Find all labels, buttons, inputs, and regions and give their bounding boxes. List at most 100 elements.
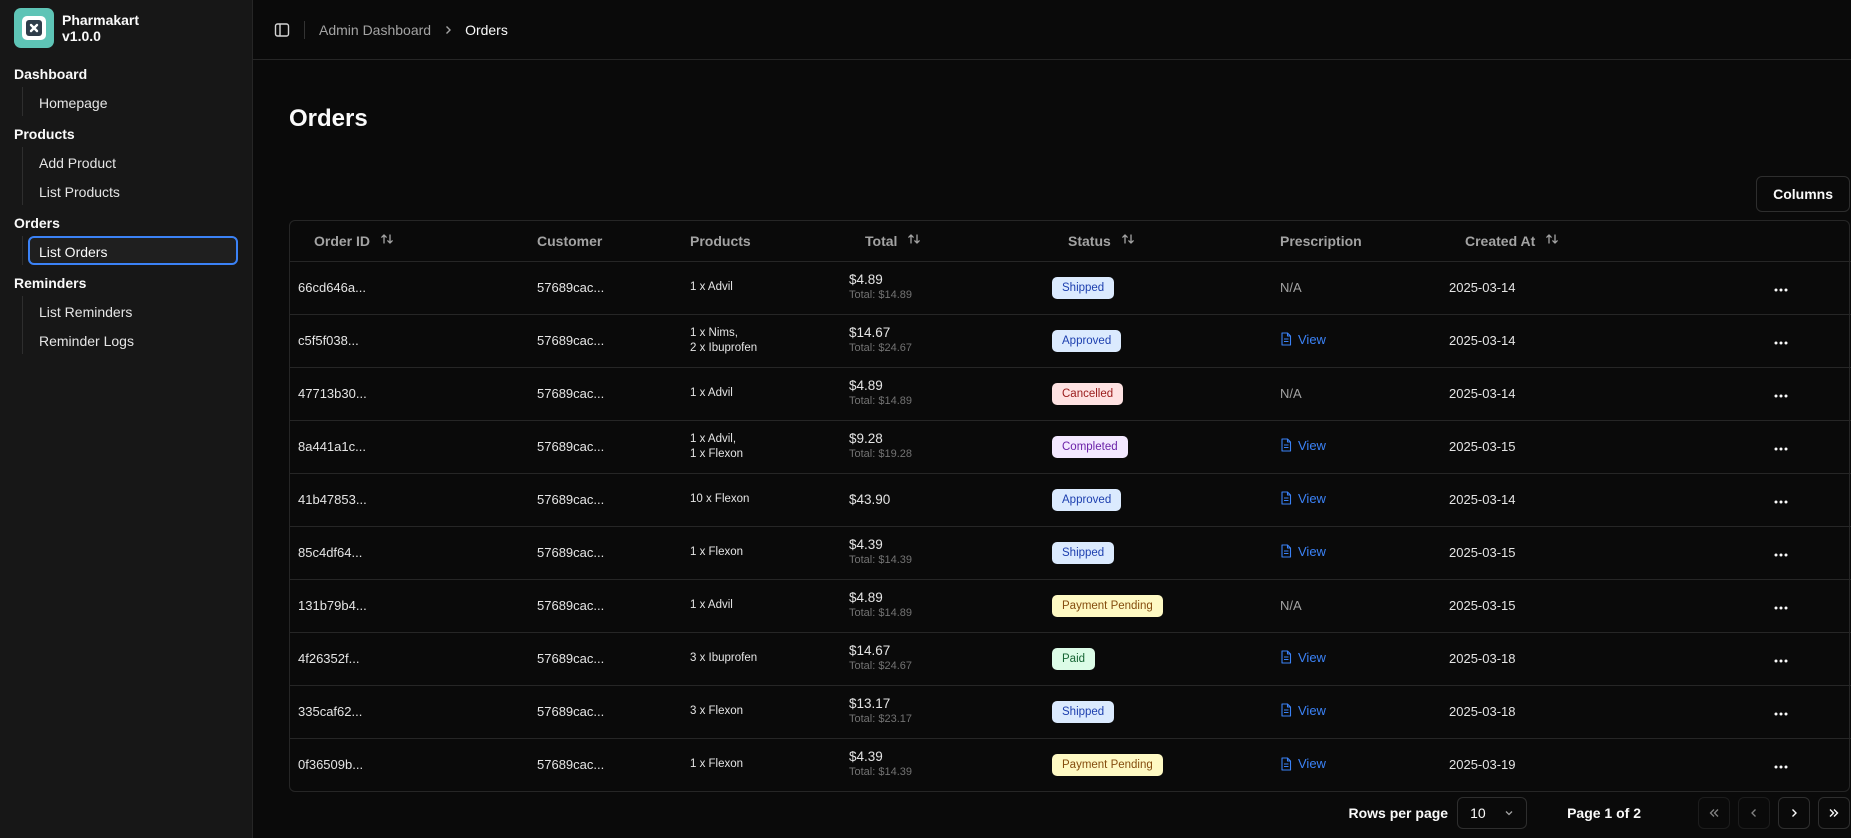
view-prescription-link[interactable]: View — [1280, 703, 1326, 718]
sidebar-item-add-product[interactable]: Add Product — [28, 147, 238, 176]
status-cell: Payment Pending — [1044, 738, 1272, 791]
product-line: 3 x Ibuprofen — [690, 652, 758, 664]
sidebar-submenu: Homepage — [22, 87, 238, 116]
view-prescription-link[interactable]: View — [1280, 491, 1326, 506]
sidebar-group-products: Products — [14, 126, 75, 142]
more-horizontal-icon[interactable] — [1769, 712, 1793, 716]
prescription-cell: N/A — [1272, 261, 1441, 315]
file-text-icon — [1281, 544, 1292, 558]
view-prescription-link[interactable]: View — [1280, 438, 1326, 453]
view-prescription-link[interactable]: View — [1280, 756, 1326, 771]
column-header-order-id[interactable]: Order ID — [290, 221, 529, 262]
more-horizontal-icon[interactable] — [1769, 394, 1793, 398]
order-id-cell: 47713b30... — [290, 367, 529, 421]
order-total: $14.67 — [849, 325, 891, 340]
column-header-created-at[interactable]: Created At — [1441, 221, 1720, 262]
view-label: View — [1298, 702, 1326, 718]
sidebar-group-orders: Orders — [14, 215, 60, 231]
sidebar-item-homepage[interactable]: Homepage — [28, 87, 238, 116]
prescription-cell: N/A — [1272, 579, 1441, 633]
product-line: 3 x Flexon — [690, 705, 744, 717]
column-header-status[interactable]: Status — [1044, 221, 1272, 262]
products-cell: 3 x Ibuprofen — [682, 632, 841, 686]
panel-left-icon — [274, 22, 290, 37]
view-prescription-link[interactable]: View — [1280, 332, 1326, 347]
product-line: 1 x Advil — [690, 281, 733, 293]
file-text-icon — [1281, 438, 1292, 452]
created-at-cell: 2025-03-18 — [1441, 685, 1720, 739]
status-badge: Payment Pending — [1052, 594, 1163, 617]
table-row: 41b47853... 57689cac... 10 x Flexon $43.90 A… — [290, 473, 1851, 527]
sidebar-item-list-reminders[interactable]: List Reminders — [28, 296, 238, 325]
status-badge: Approved — [1052, 329, 1122, 352]
created-at-cell: 2025-03-14 — [1441, 473, 1720, 527]
table-row: 0f36509b... 57689cac... 1 x Flexon $4.39 Tot… — [290, 738, 1851, 791]
view-prescription-link[interactable]: View — [1280, 544, 1326, 559]
customer-cell: 57689cac... — [529, 632, 682, 686]
brand[interactable]: Pharmakart v1.0.0 — [0, 0, 252, 56]
next-page-button[interactable] — [1778, 797, 1810, 829]
chevron-right-icon — [1792, 809, 1797, 817]
order-id-cell: 85c4df64... — [290, 526, 529, 580]
table-row: 66cd646a... 57689cac... 1 x Advil $4.89 Tota… — [290, 261, 1851, 315]
order-total: $4.89 — [849, 378, 883, 393]
more-horizontal-icon[interactable] — [1769, 553, 1793, 557]
sidebar-item-reminder-logs[interactable]: Reminder Logs — [28, 325, 238, 354]
order-total: $4.89 — [849, 590, 883, 605]
view-label: View — [1298, 490, 1326, 506]
total-cell: $14.67 Total: $24.67 — [841, 314, 1044, 368]
status-cell: Completed — [1044, 420, 1272, 474]
status-cell: Cancelled — [1044, 367, 1272, 421]
divider — [304, 20, 305, 39]
sidebar-item-list-orders[interactable]: List Orders — [28, 236, 238, 265]
order-id-header-label: Order ID — [314, 232, 371, 249]
more-horizontal-icon[interactable] — [1769, 341, 1793, 345]
status-badge: Shipped — [1052, 700, 1115, 723]
last-page-button[interactable] — [1818, 797, 1850, 829]
file-text-icon — [1281, 756, 1292, 771]
first-page-button[interactable] — [1698, 797, 1730, 829]
more-horizontal-icon[interactable] — [1769, 447, 1793, 451]
status-cell: Payment Pending — [1044, 579, 1272, 633]
customer-cell: 57689cac... — [529, 314, 682, 368]
more-horizontal-icon[interactable] — [1769, 288, 1793, 292]
table-row: 8a441a1c... 57689cac... 1 x Advil, 1 x Flex… — [290, 420, 1851, 474]
more-horizontal-icon[interactable] — [1769, 500, 1793, 504]
more-horizontal-icon[interactable] — [1769, 765, 1793, 769]
customer-cell: 57689cac... — [529, 473, 682, 527]
view-label: View — [1298, 543, 1326, 559]
actions-cell — [1720, 579, 1851, 633]
page-info: Page 1 of 2 — [1567, 805, 1641, 821]
view-prescription-link[interactable]: View — [1280, 650, 1326, 665]
status-cell: Approved — [1044, 314, 1272, 368]
actions-cell — [1720, 473, 1851, 527]
breadcrumb-parent[interactable]: Admin Dashboard — [319, 22, 431, 38]
column-header-total[interactable]: Total — [841, 221, 1044, 262]
sidebar-item-list-products[interactable]: List Products — [28, 176, 238, 205]
order-grand-total: Total: $14.89 — [849, 289, 912, 301]
order-grand-total: Total: $23.17 — [849, 713, 912, 725]
more-horizontal-icon[interactable] — [1769, 606, 1793, 610]
created-at-cell: 2025-03-15 — [1441, 526, 1720, 580]
sidebar: Pharmakart v1.0.0 Dashboard Homepage Produ… — [0, 0, 253, 838]
chevron-down-icon — [1505, 811, 1513, 816]
chevron-left-icon — [1751, 809, 1756, 817]
sidebar-submenu: Add Product List Products — [22, 147, 238, 205]
view-label: View — [1298, 331, 1326, 347]
created-at-cell: 2025-03-14 — [1441, 367, 1720, 421]
more-horizontal-icon[interactable] — [1769, 659, 1793, 663]
order-total: $43.90 — [849, 491, 891, 507]
total-cell: $4.39 Total: $14.39 — [841, 526, 1044, 580]
products-cell: 1 x Advil — [682, 261, 841, 315]
rows-per-page-select[interactable]: 10 — [1457, 797, 1528, 829]
prescription-cell: View — [1272, 685, 1441, 739]
order-grand-total: Total: $24.67 — [849, 342, 912, 354]
actions-cell — [1720, 738, 1851, 791]
order-grand-total: Total: $24.67 — [849, 660, 912, 672]
sidebar-toggle-button[interactable] — [272, 20, 292, 40]
products-cell: 1 x Advil — [682, 367, 841, 421]
previous-page-button[interactable] — [1738, 797, 1770, 829]
columns-button[interactable]: Columns — [1756, 176, 1850, 212]
app-version: v1.0.0 — [62, 28, 101, 44]
order-id-cell: 131b79b4... — [290, 579, 529, 633]
